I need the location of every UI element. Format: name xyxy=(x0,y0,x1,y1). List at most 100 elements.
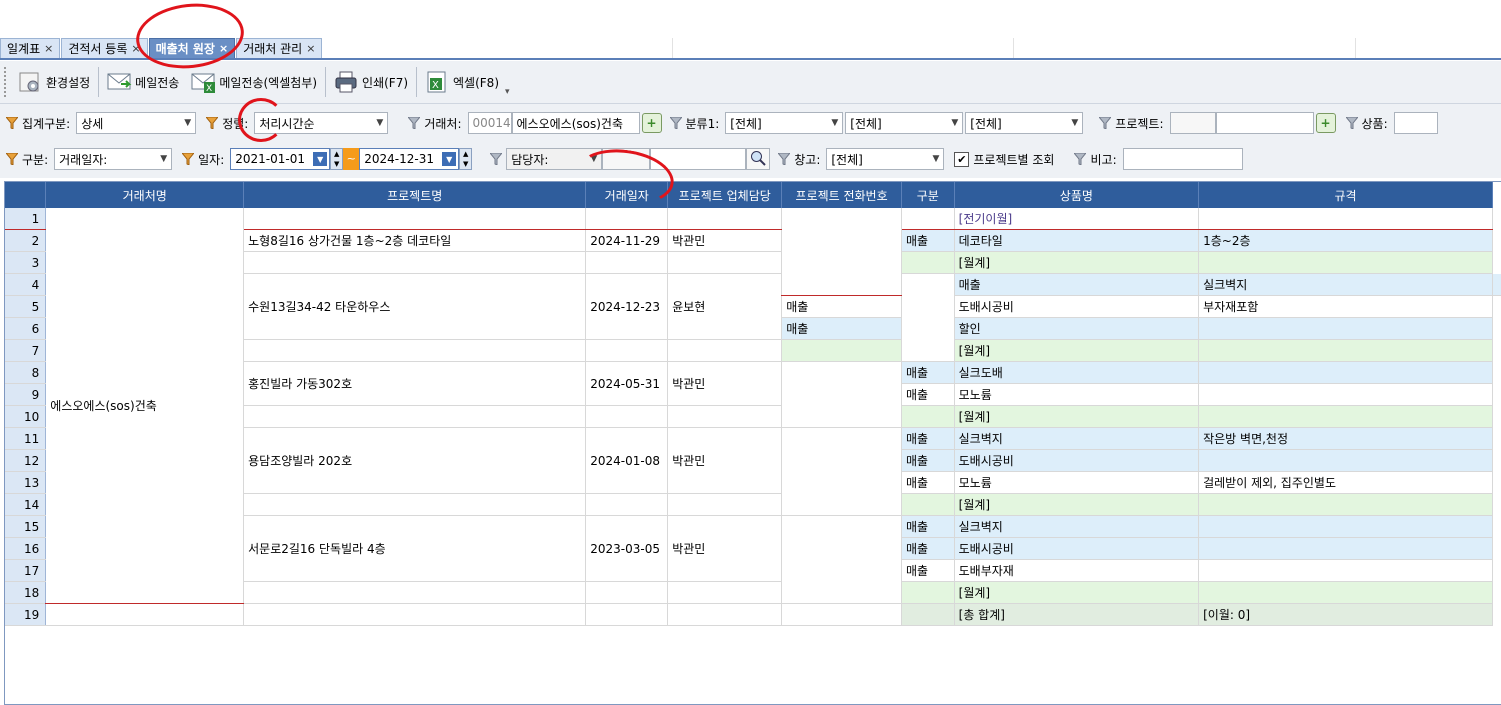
column-header[interactable]: 거래처명 xyxy=(46,182,244,208)
date-cell[interactable] xyxy=(586,406,668,428)
mail-send-button[interactable]: 메일전송 xyxy=(101,65,185,99)
product-cell[interactable]: 실크도배 xyxy=(954,362,1198,384)
funnel-icon[interactable] xyxy=(182,153,194,165)
product-cell[interactable]: 실크벽지 xyxy=(954,428,1198,450)
calendar-dropdown-icon[interactable]: ▼ xyxy=(313,152,327,166)
date-from-field[interactable]: 2021-01-01▼ xyxy=(230,148,330,170)
column-header[interactable]: 규격 xyxy=(1199,182,1493,208)
kind-cell[interactable]: 매출 xyxy=(782,318,902,340)
client-name-cell[interactable]: 에스오에스(sos)건축 xyxy=(46,208,244,604)
warehouse-select[interactable]: [전체]▼ xyxy=(826,148,944,170)
kind-cell[interactable] xyxy=(901,494,954,516)
row-number[interactable]: 1 xyxy=(5,208,46,230)
row-number[interactable]: 12 xyxy=(5,450,46,472)
kind-cell[interactable]: 매출 xyxy=(954,274,1198,296)
excel-button[interactable]: X 엑셀(F8) xyxy=(419,65,505,99)
product-cell[interactable]: 모노륨 xyxy=(954,472,1198,494)
date-cell[interactable]: 2024-11-29 xyxy=(586,230,668,252)
product-cell[interactable]: 도배부자재 xyxy=(954,560,1198,582)
table-row[interactable]: 19[총 합계][이월: 0] xyxy=(5,604,1501,626)
mail-excel-button[interactable]: X 메일전송(엑셀첨부) xyxy=(185,65,323,99)
manager-cell[interactable]: 박관민 xyxy=(668,230,782,252)
product-cell[interactable]: [월계] xyxy=(954,340,1198,362)
tab-4[interactable]: 거래처 관리× xyxy=(236,38,322,59)
spec-cell[interactable] xyxy=(1199,516,1493,538)
row-number[interactable]: 3 xyxy=(5,252,46,274)
row-number[interactable]: 4 xyxy=(5,274,46,296)
manager-cell[interactable] xyxy=(668,582,782,604)
funnel-icon[interactable] xyxy=(778,153,790,165)
date-cell[interactable] xyxy=(586,604,668,626)
row-number[interactable]: 2 xyxy=(5,230,46,252)
column-header[interactable]: 상품명 xyxy=(954,182,1198,208)
date-cell[interactable]: 2024-01-08 xyxy=(586,428,668,494)
project-code-field[interactable] xyxy=(1170,112,1216,134)
spec-cell[interactable] xyxy=(1199,318,1493,340)
search-button[interactable] xyxy=(746,148,770,170)
calendar-dropdown-icon[interactable]: ▼ xyxy=(442,152,456,166)
phone-cell[interactable] xyxy=(782,516,902,604)
manager-cell[interactable]: 박관민 xyxy=(668,362,782,406)
print-button[interactable]: 인쇄(F7) xyxy=(328,65,414,99)
phone-cell[interactable] xyxy=(782,604,902,626)
spec-cell[interactable] xyxy=(1199,384,1493,406)
project-name-cell[interactable]: 서문로2길16 단독빌라 4층 xyxy=(244,516,586,582)
tab-3[interactable]: 매출처 원장× xyxy=(149,38,236,59)
spec-cell[interactable] xyxy=(1199,582,1493,604)
type-select[interactable]: 거래일자:▼ xyxy=(54,148,172,170)
cat3-select[interactable]: [전체]▼ xyxy=(965,112,1083,134)
manager-name-field[interactable] xyxy=(650,148,746,170)
project-name-field[interactable] xyxy=(1216,112,1314,134)
date-range-button[interactable]: ~ xyxy=(343,148,359,170)
spec-cell[interactable]: 1층~2층 xyxy=(1199,230,1493,252)
column-header[interactable]: 구분 xyxy=(901,182,954,208)
product-cell[interactable]: 모노륨 xyxy=(954,384,1198,406)
settings-button[interactable]: 환경설정 xyxy=(12,65,96,99)
funnel-icon[interactable] xyxy=(1099,117,1111,129)
spec-cell[interactable]: 작은방 벽면,천정 xyxy=(1199,428,1493,450)
project-name-cell[interactable] xyxy=(244,340,586,362)
funnel-icon[interactable] xyxy=(6,153,18,165)
agg-select[interactable]: 상세▼ xyxy=(76,112,196,134)
manager-cell[interactable] xyxy=(668,208,782,230)
spec-cell[interactable] xyxy=(1199,208,1493,230)
date-from-spinner[interactable]: ▲▼ xyxy=(330,148,343,170)
spec-cell[interactable] xyxy=(1199,560,1493,582)
column-header[interactable]: 프로젝트 업체담당 xyxy=(668,182,782,208)
spec-cell[interactable] xyxy=(1199,362,1493,384)
row-number[interactable]: 9 xyxy=(5,384,46,406)
column-header[interactable]: 프로젝트명 xyxy=(244,182,586,208)
row-number[interactable]: 6 xyxy=(5,318,46,340)
project-name-cell[interactable]: 용담조양빌라 202호 xyxy=(244,428,586,494)
row-number[interactable]: 17 xyxy=(5,560,46,582)
product-cell[interactable]: 실크벽지 xyxy=(1199,274,1493,296)
spec-cell[interactable] xyxy=(1199,252,1493,274)
sort-select[interactable]: 처리시간순▼ xyxy=(254,112,388,134)
kind-cell[interactable]: 매출 xyxy=(901,230,954,252)
project-name-cell[interactable] xyxy=(244,406,586,428)
manager-cell[interactable] xyxy=(668,494,782,516)
date-cell[interactable] xyxy=(586,252,668,274)
manager-cell[interactable]: 박관민 xyxy=(668,516,782,582)
funnel-icon[interactable] xyxy=(408,117,420,129)
product-cell[interactable]: 할인 xyxy=(954,318,1198,340)
kind-cell[interactable]: 매출 xyxy=(782,296,902,318)
product-cell[interactable]: [월계] xyxy=(954,406,1198,428)
kind-cell[interactable]: 매출 xyxy=(901,384,954,406)
kind-cell[interactable] xyxy=(901,252,954,274)
spec-cell[interactable] xyxy=(1199,494,1493,516)
date-cell[interactable] xyxy=(586,208,668,230)
spec-cell[interactable]: 걸레받이 제외, 집주인별도 xyxy=(1199,472,1493,494)
spec-cell[interactable]: [이월: 0] xyxy=(1199,604,1493,626)
product-cell[interactable]: 도배시공비 xyxy=(954,538,1198,560)
date-cell[interactable]: 2024-12-23 xyxy=(586,274,668,340)
cat2-select[interactable]: [전체]▼ xyxy=(845,112,963,134)
kind-cell[interactable] xyxy=(901,406,954,428)
manager-code-field[interactable] xyxy=(602,148,650,170)
product-cell[interactable]: [총 합계] xyxy=(954,604,1198,626)
funnel-icon[interactable] xyxy=(490,153,502,165)
cat1-select[interactable]: [전체]▼ xyxy=(725,112,843,134)
funnel-icon[interactable] xyxy=(206,117,218,129)
funnel-icon[interactable] xyxy=(1074,153,1086,165)
client-code-field[interactable]: 000147 xyxy=(468,112,512,134)
